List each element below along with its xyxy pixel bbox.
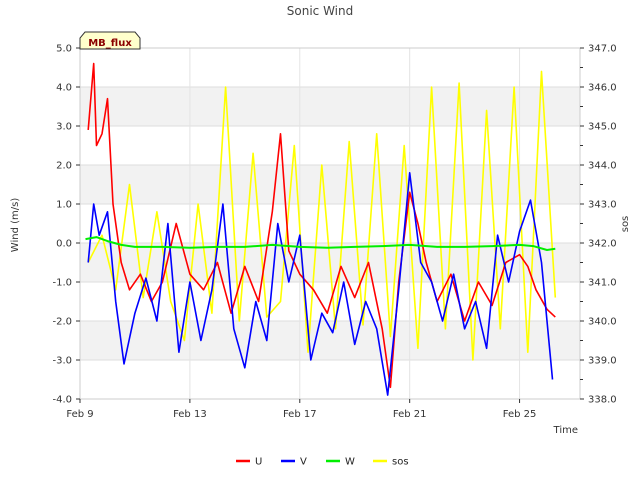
left-tick-label: 3.0 (56, 122, 72, 133)
grid-band (80, 165, 580, 204)
right-tick-label: 340.0 (588, 317, 617, 328)
x-axis-label: Time (553, 425, 578, 436)
legend-label-sos: sos (392, 457, 409, 468)
right-tick-label: 342.0 (588, 239, 617, 250)
grid-band (80, 87, 580, 126)
right-tick-label: 341.0 (588, 278, 617, 289)
legend-label-v: V (300, 457, 307, 468)
left-axis-ticks: -4.0 -3.0 -2.0 -1.0 0.0 1.0 2.0 3.0 4.0 5.0 (52, 44, 80, 406)
right-tick-label: 339.0 (588, 356, 617, 367)
left-tick-label: 4.0 (56, 83, 72, 94)
x-tick-label: Feb 17 (283, 409, 317, 420)
y-axis-right-label: sos (620, 216, 631, 233)
legend-label-u: U (255, 457, 262, 468)
x-tick-label: Feb 13 (173, 409, 207, 420)
x-tick-label: Feb 21 (393, 409, 427, 420)
chart: Sonic Wind -4.0 -3.0 -2.0 -1.0 0.0 1.0 2.0 3.0 4… (10, 4, 631, 468)
x-axis-ticks: Feb 9 Feb 13 Feb 17 Feb 21 Feb 25 (66, 399, 536, 420)
right-tick-label: 347.0 (588, 44, 617, 55)
right-tick-label: 344.0 (588, 161, 617, 172)
x-tick-label: Feb 9 (66, 409, 93, 420)
left-tick-label: -2.0 (52, 317, 72, 328)
right-axis-ticks: 338.0 339.0 340.0 341.0 342.0 343.0 344.0 345.0… (580, 44, 617, 406)
site-tag-label: MB_flux (88, 38, 132, 49)
y-axis-left-label: Wind (m/s) (10, 198, 21, 253)
right-tick-label: 343.0 (588, 200, 617, 211)
left-tick-label: 0.0 (56, 239, 72, 250)
legend: U V Wsos (236, 457, 409, 468)
left-tick-label: -3.0 (52, 356, 72, 367)
x-tick-label: Feb 25 (503, 409, 537, 420)
left-tick-label: 1.0 (56, 200, 72, 211)
series-line-v (87, 172, 554, 396)
left-tick-label: -1.0 (52, 278, 72, 289)
right-tick-label: 345.0 (588, 122, 617, 133)
chart-title: Sonic Wind (287, 4, 353, 18)
right-tick-label: 346.0 (588, 83, 617, 94)
legend-label-w: W (345, 457, 355, 468)
left-tick-label: 2.0 (56, 161, 72, 172)
site-tag: MB_flux (79, 31, 141, 50)
left-tick-label: 5.0 (56, 44, 72, 55)
left-tick-label: -4.0 (52, 395, 72, 406)
right-tick-label: 338.0 (588, 395, 617, 406)
